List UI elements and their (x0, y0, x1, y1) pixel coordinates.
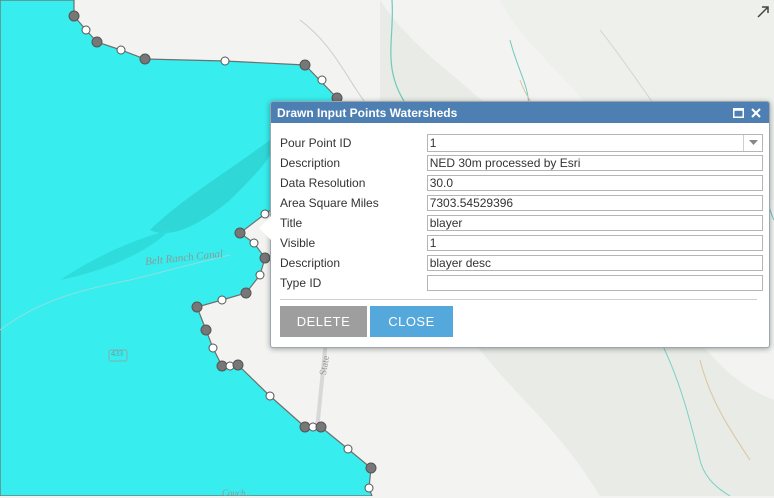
field-row-description-2: Description (280, 253, 763, 273)
bottom-place-label: Couch... (222, 488, 253, 498)
field-label: Description (280, 156, 341, 170)
field-label: Data Resolution (280, 176, 366, 190)
delete-button[interactable]: DELETE (280, 306, 367, 337)
expand-map-button[interactable] (755, 4, 771, 20)
field-row-title: Title (280, 213, 763, 233)
field-label: Area Square Miles (280, 196, 379, 210)
select-value: 1 (429, 136, 437, 150)
chevron-down-icon[interactable] (743, 135, 762, 151)
field-row-area: Area Square Miles (280, 193, 763, 213)
area-square-miles-field[interactable] (426, 195, 763, 211)
close-popup-button[interactable] (749, 106, 763, 120)
close-button[interactable]: CLOSE (370, 306, 453, 337)
divider (280, 299, 757, 300)
button-row: DELETE CLOSE (280, 306, 763, 337)
data-resolution-field[interactable] (426, 175, 763, 191)
maximize-icon (732, 107, 744, 118)
attribute-form: Pour Point ID 1 Description Data Resolut… (271, 123, 769, 337)
popup-pointer (259, 216, 271, 240)
field-row-data-resolution: Data Resolution (280, 173, 763, 193)
popup-header: Drawn Input Points Watersheds (271, 102, 769, 123)
type-id-field[interactable] (426, 275, 763, 291)
visible-field[interactable] (426, 235, 763, 251)
field-label: Type ID (280, 276, 322, 290)
field-label: Title (280, 216, 303, 230)
pour-point-id-select[interactable]: 1 (426, 134, 763, 152)
field-label: Pour Point ID (280, 136, 352, 150)
layer-description-field[interactable] (426, 255, 763, 271)
maximize-button[interactable] (731, 106, 745, 120)
close-icon (751, 107, 761, 118)
field-row-type-id: Type ID (280, 273, 763, 293)
popup-title: Drawn Input Points Watersheds (277, 105, 458, 120)
expand-icon (757, 6, 769, 18)
field-label: Visible (280, 236, 316, 250)
title-field[interactable] (426, 215, 763, 231)
field-row-description: Description (280, 153, 763, 173)
attribute-popup: Drawn Input Points Watersheds Pour Point… (259, 101, 770, 348)
field-row-pour-point-id: Pour Point ID 1 (280, 133, 763, 153)
field-label: Description (280, 256, 341, 270)
field-row-visible: Visible (280, 233, 763, 253)
route-number-label: 433 (111, 349, 123, 358)
description-field[interactable] (426, 155, 763, 171)
